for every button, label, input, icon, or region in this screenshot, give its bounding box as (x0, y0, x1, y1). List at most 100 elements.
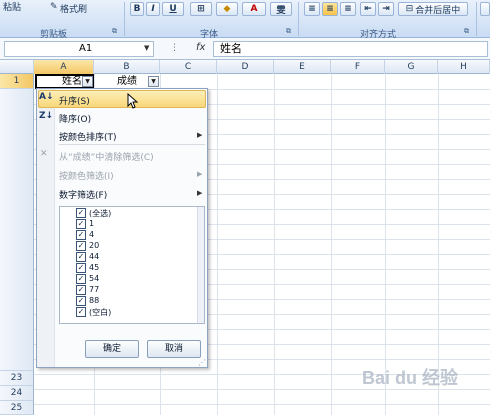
chevron-right-icon: ▶ (197, 189, 203, 197)
clear-filter-icon: ✕ (40, 149, 48, 159)
ribbon: 粘贴 ✎ 格式刷 B I U ⊞ ◆ A 雯 ≡ ≡ ≡ ⇤ ⇥ ⊟ 合并后居中 … (0, 0, 490, 40)
checkbox-select-all[interactable]: ✓ (76, 208, 86, 218)
border-icon: ⊞ (197, 4, 205, 14)
column-header-bar: A B C D E F G H (0, 60, 490, 74)
checkbox-value[interactable]: ✓ (76, 263, 86, 273)
menu-item-sort-ascending[interactable]: 升序(S) (59, 94, 90, 107)
value-label: (全选) (89, 209, 112, 218)
column-header-d[interactable]: D (217, 60, 274, 74)
select-all-corner[interactable] (0, 60, 34, 74)
row-header-24[interactable]: 24 (0, 386, 34, 401)
menu-item-filter-by-color: 按颜色筛选(I) (59, 172, 114, 182)
align-right-icon: ≡ (344, 4, 352, 14)
format-painter-icon: ✎ (50, 2, 58, 12)
ok-button[interactable]: 确定 (85, 340, 139, 358)
value-label: 20 (89, 241, 100, 250)
sort-ascending-icon: A↓ (39, 92, 54, 102)
group-separator (124, 2, 125, 36)
underline-button[interactable]: U (162, 2, 184, 16)
menu-item-number-filters[interactable]: 数字筛选(F) (59, 188, 107, 201)
paste-button[interactable]: 粘贴 (3, 0, 21, 13)
merge-center-button[interactable]: ⊟ 合并后居中 (398, 2, 468, 16)
chevron-right-icon: ▶ (197, 170, 203, 178)
row-header-25[interactable]: 25 (0, 401, 34, 415)
checkbox-value[interactable]: ✓ (76, 274, 86, 284)
format-painter-button[interactable]: 格式刷 (60, 2, 87, 15)
grid-line (217, 74, 218, 415)
indent-icon: ⇤ (364, 4, 372, 14)
column-header-b[interactable]: B (94, 60, 160, 74)
font-color-button[interactable]: A (242, 2, 266, 16)
resize-grip-icon[interactable]: ⋰ (198, 358, 206, 367)
sort-descending-icon: Z↓ (39, 111, 54, 121)
checkbox-value[interactable]: ✓ (76, 285, 86, 295)
align-left-icon: ≡ (308, 4, 316, 14)
chevron-right-icon: ▶ (197, 131, 203, 139)
menu-divider (59, 144, 205, 145)
watermark-logo: Bai du 经验 (362, 368, 459, 388)
align-center-button[interactable]: ≡ (322, 2, 338, 16)
fill-color-button[interactable]: ◆ (216, 2, 238, 16)
row-header-23[interactable]: 23 (0, 371, 34, 386)
grid-line (274, 74, 275, 415)
border-button[interactable]: ⊞ (190, 2, 212, 16)
italic-button[interactable]: I (146, 2, 160, 16)
align-left-button[interactable]: ≡ (304, 2, 320, 16)
bold-button[interactable]: B (130, 2, 144, 16)
group-separator (476, 2, 477, 36)
increase-indent-button[interactable]: ⇥ (378, 2, 394, 16)
column-header-e[interactable]: E (274, 60, 331, 74)
phonetic-button[interactable]: 雯 (270, 2, 292, 16)
name-box[interactable]: A1 (4, 41, 154, 57)
indent-icon: ⇥ (382, 4, 390, 14)
column-header-h[interactable]: H (438, 60, 490, 74)
grid-line (34, 404, 490, 405)
formula-input[interactable]: 姓名 (213, 41, 488, 57)
dialog-launcher-icon[interactable]: ⧉ (112, 27, 117, 36)
checkbox-value[interactable]: ✓ (76, 252, 86, 262)
paint-bucket-icon: ◆ (223, 4, 231, 14)
value-label: 88 (89, 296, 100, 305)
checkbox-value[interactable]: ✓ (76, 241, 86, 251)
grip-icon: ⋮ (170, 43, 179, 53)
menu-icon-gutter (37, 89, 55, 367)
ribbon-overflow-button[interactable] (480, 2, 490, 16)
checkbox-value[interactable]: ✓ (76, 307, 86, 317)
column-header-a[interactable]: A (34, 60, 94, 74)
checkbox-value[interactable]: ✓ (76, 296, 86, 306)
group-separator (298, 2, 299, 36)
list-scrollbar[interactable] (197, 207, 204, 323)
merge-icon: ⊟ (405, 4, 414, 14)
value-label: 54 (89, 274, 100, 283)
column-header-g[interactable]: G (385, 60, 438, 74)
filter-dropdown-button[interactable]: ▼ (148, 76, 159, 87)
cancel-button[interactable]: 取消 (147, 340, 201, 358)
grid-line (331, 74, 332, 415)
chevron-down-icon[interactable]: ▼ (144, 44, 149, 52)
menu-item-clear-filter: 从“成绩”中清除筛选(C) (59, 153, 154, 163)
value-label: (空白) (89, 308, 112, 317)
column-header-f[interactable]: F (331, 60, 385, 74)
value-label: 1 (89, 219, 95, 228)
row-header-column (0, 89, 34, 371)
menu-item-sort-by-color[interactable]: 按颜色排序(T) (59, 130, 117, 143)
checkbox-value[interactable]: ✓ (76, 219, 86, 229)
insert-function-button[interactable]: fx (196, 42, 205, 53)
filter-dropdown-button[interactable]: ▼ (82, 76, 93, 87)
dialog-launcher-icon[interactable]: ⧉ (286, 27, 291, 36)
menu-item-sort-descending[interactable]: 降序(O) (59, 112, 91, 125)
merge-center-label: 合并后居中 (415, 5, 461, 16)
decrease-indent-button[interactable]: ⇤ (360, 2, 376, 16)
value-label: 45 (89, 263, 100, 272)
row-header-1[interactable]: 1 (0, 74, 34, 89)
value-label: 44 (89, 252, 100, 261)
autofilter-menu: A↓ 升序(S) Z↓ 降序(O) 按颜色排序(T) ▶ ✕ 从“成绩”中清除筛… (36, 88, 208, 368)
dialog-launcher-icon[interactable]: ⧉ (464, 27, 469, 36)
column-header-c[interactable]: C (160, 60, 217, 74)
align-center-icon: ≡ (326, 4, 334, 14)
checkbox-value[interactable]: ✓ (76, 230, 86, 240)
align-right-button[interactable]: ≡ (340, 2, 356, 16)
mouse-cursor-icon (127, 93, 138, 109)
value-label: 4 (89, 230, 95, 239)
value-label: 77 (89, 285, 100, 294)
